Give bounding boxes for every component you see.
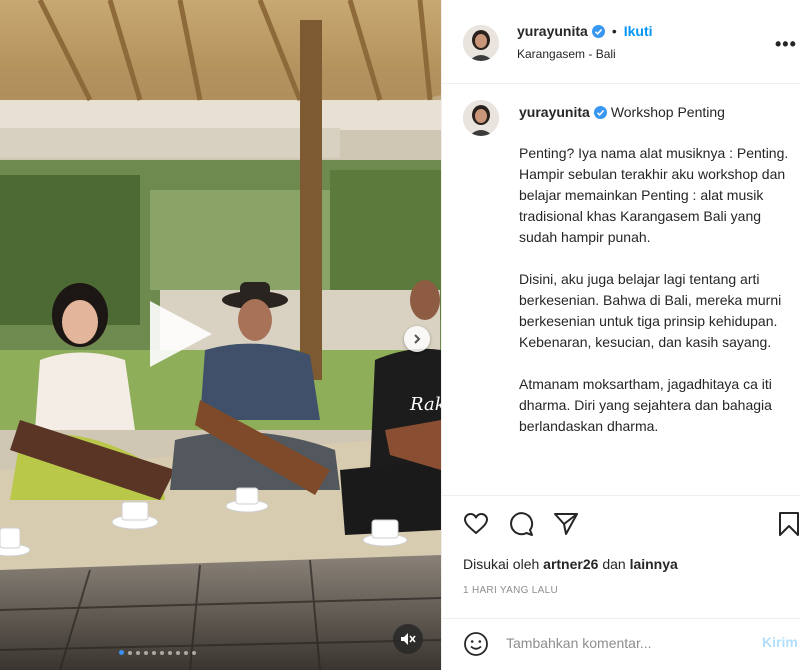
post-media[interactable]: Rak xyxy=(0,0,441,670)
video-frame: Rak xyxy=(0,0,441,670)
caption-title: Workshop Penting xyxy=(610,104,725,120)
post-sidebar: yurayunita • Ikuti Karangasem - Bali •••… xyxy=(441,0,800,670)
caption-section: yurayunita Workshop Penting Penting? Iya… xyxy=(442,85,800,495)
bookmark-icon[interactable] xyxy=(776,511,800,537)
avatar-image xyxy=(463,100,499,136)
liked-joiner: dan xyxy=(602,556,626,572)
caption-paragraph: Disini, aku juga belajar lagi tentang ar… xyxy=(519,271,782,350)
post-header: yurayunita • Ikuti Karangasem - Bali ••• xyxy=(442,0,800,84)
caption-username-link[interactable]: yurayunita xyxy=(519,104,590,120)
comment-icon[interactable] xyxy=(508,511,534,537)
carousel-dot xyxy=(128,650,132,655)
more-options-button[interactable]: ••• xyxy=(775,34,797,55)
liked-user-link[interactable]: artner26 xyxy=(543,556,598,572)
caption-paragraph: Atmanam moksartham, jagadhitaya ca iti d… xyxy=(519,376,772,434)
carousel-indicator xyxy=(119,650,196,655)
verified-badge-icon xyxy=(591,24,605,38)
speaker-muted-icon xyxy=(401,633,416,645)
carousel-dot xyxy=(168,650,172,655)
carousel-dot xyxy=(119,650,124,655)
carousel-dot xyxy=(192,650,196,655)
follow-button[interactable]: Ikuti xyxy=(624,23,653,39)
chevron-right-icon xyxy=(414,334,421,344)
action-bar: Disukai oleh artner26 dan lainnya 1 HARI… xyxy=(442,495,800,605)
heart-icon[interactable] xyxy=(463,511,489,537)
location-link[interactable]: Karangasem - Bali xyxy=(517,47,616,61)
carousel-dot xyxy=(184,650,188,655)
post-timestamp[interactable]: 1 HARI YANG LALU xyxy=(463,585,558,596)
avatar[interactable] xyxy=(463,25,499,61)
comment-bar: Kirim xyxy=(442,618,800,670)
verified-badge-icon xyxy=(593,105,607,119)
caption-avatar[interactable] xyxy=(463,100,499,136)
avatar-image xyxy=(463,25,499,61)
shirt-text: Rak xyxy=(409,394,441,415)
separator-dot: • xyxy=(611,23,617,39)
carousel-dot xyxy=(160,650,164,655)
post-comment-button[interactable]: Kirim xyxy=(762,634,798,650)
carousel-dot xyxy=(152,650,156,655)
carousel-dot xyxy=(176,650,180,655)
carousel-dot xyxy=(144,650,148,655)
mute-button[interactable] xyxy=(393,624,423,654)
emoji-icon[interactable] xyxy=(463,631,489,657)
comment-input[interactable] xyxy=(506,629,716,657)
play-icon[interactable] xyxy=(142,297,216,371)
likes-summary: Disukai oleh artner26 dan lainnya xyxy=(463,556,678,572)
liked-others-link[interactable]: lainnya xyxy=(630,556,678,572)
caption-paragraph: Penting? Iya nama alat musiknya : Pentin… xyxy=(519,145,789,245)
carousel-dot xyxy=(136,650,140,655)
caption-text: Penting? Iya nama alat musiknya : Pentin… xyxy=(519,143,789,458)
carousel-next-button[interactable] xyxy=(404,326,430,352)
username-link[interactable]: yurayunita xyxy=(517,23,588,39)
share-icon[interactable] xyxy=(553,511,579,537)
liked-prefix: Disukai oleh xyxy=(463,556,540,572)
